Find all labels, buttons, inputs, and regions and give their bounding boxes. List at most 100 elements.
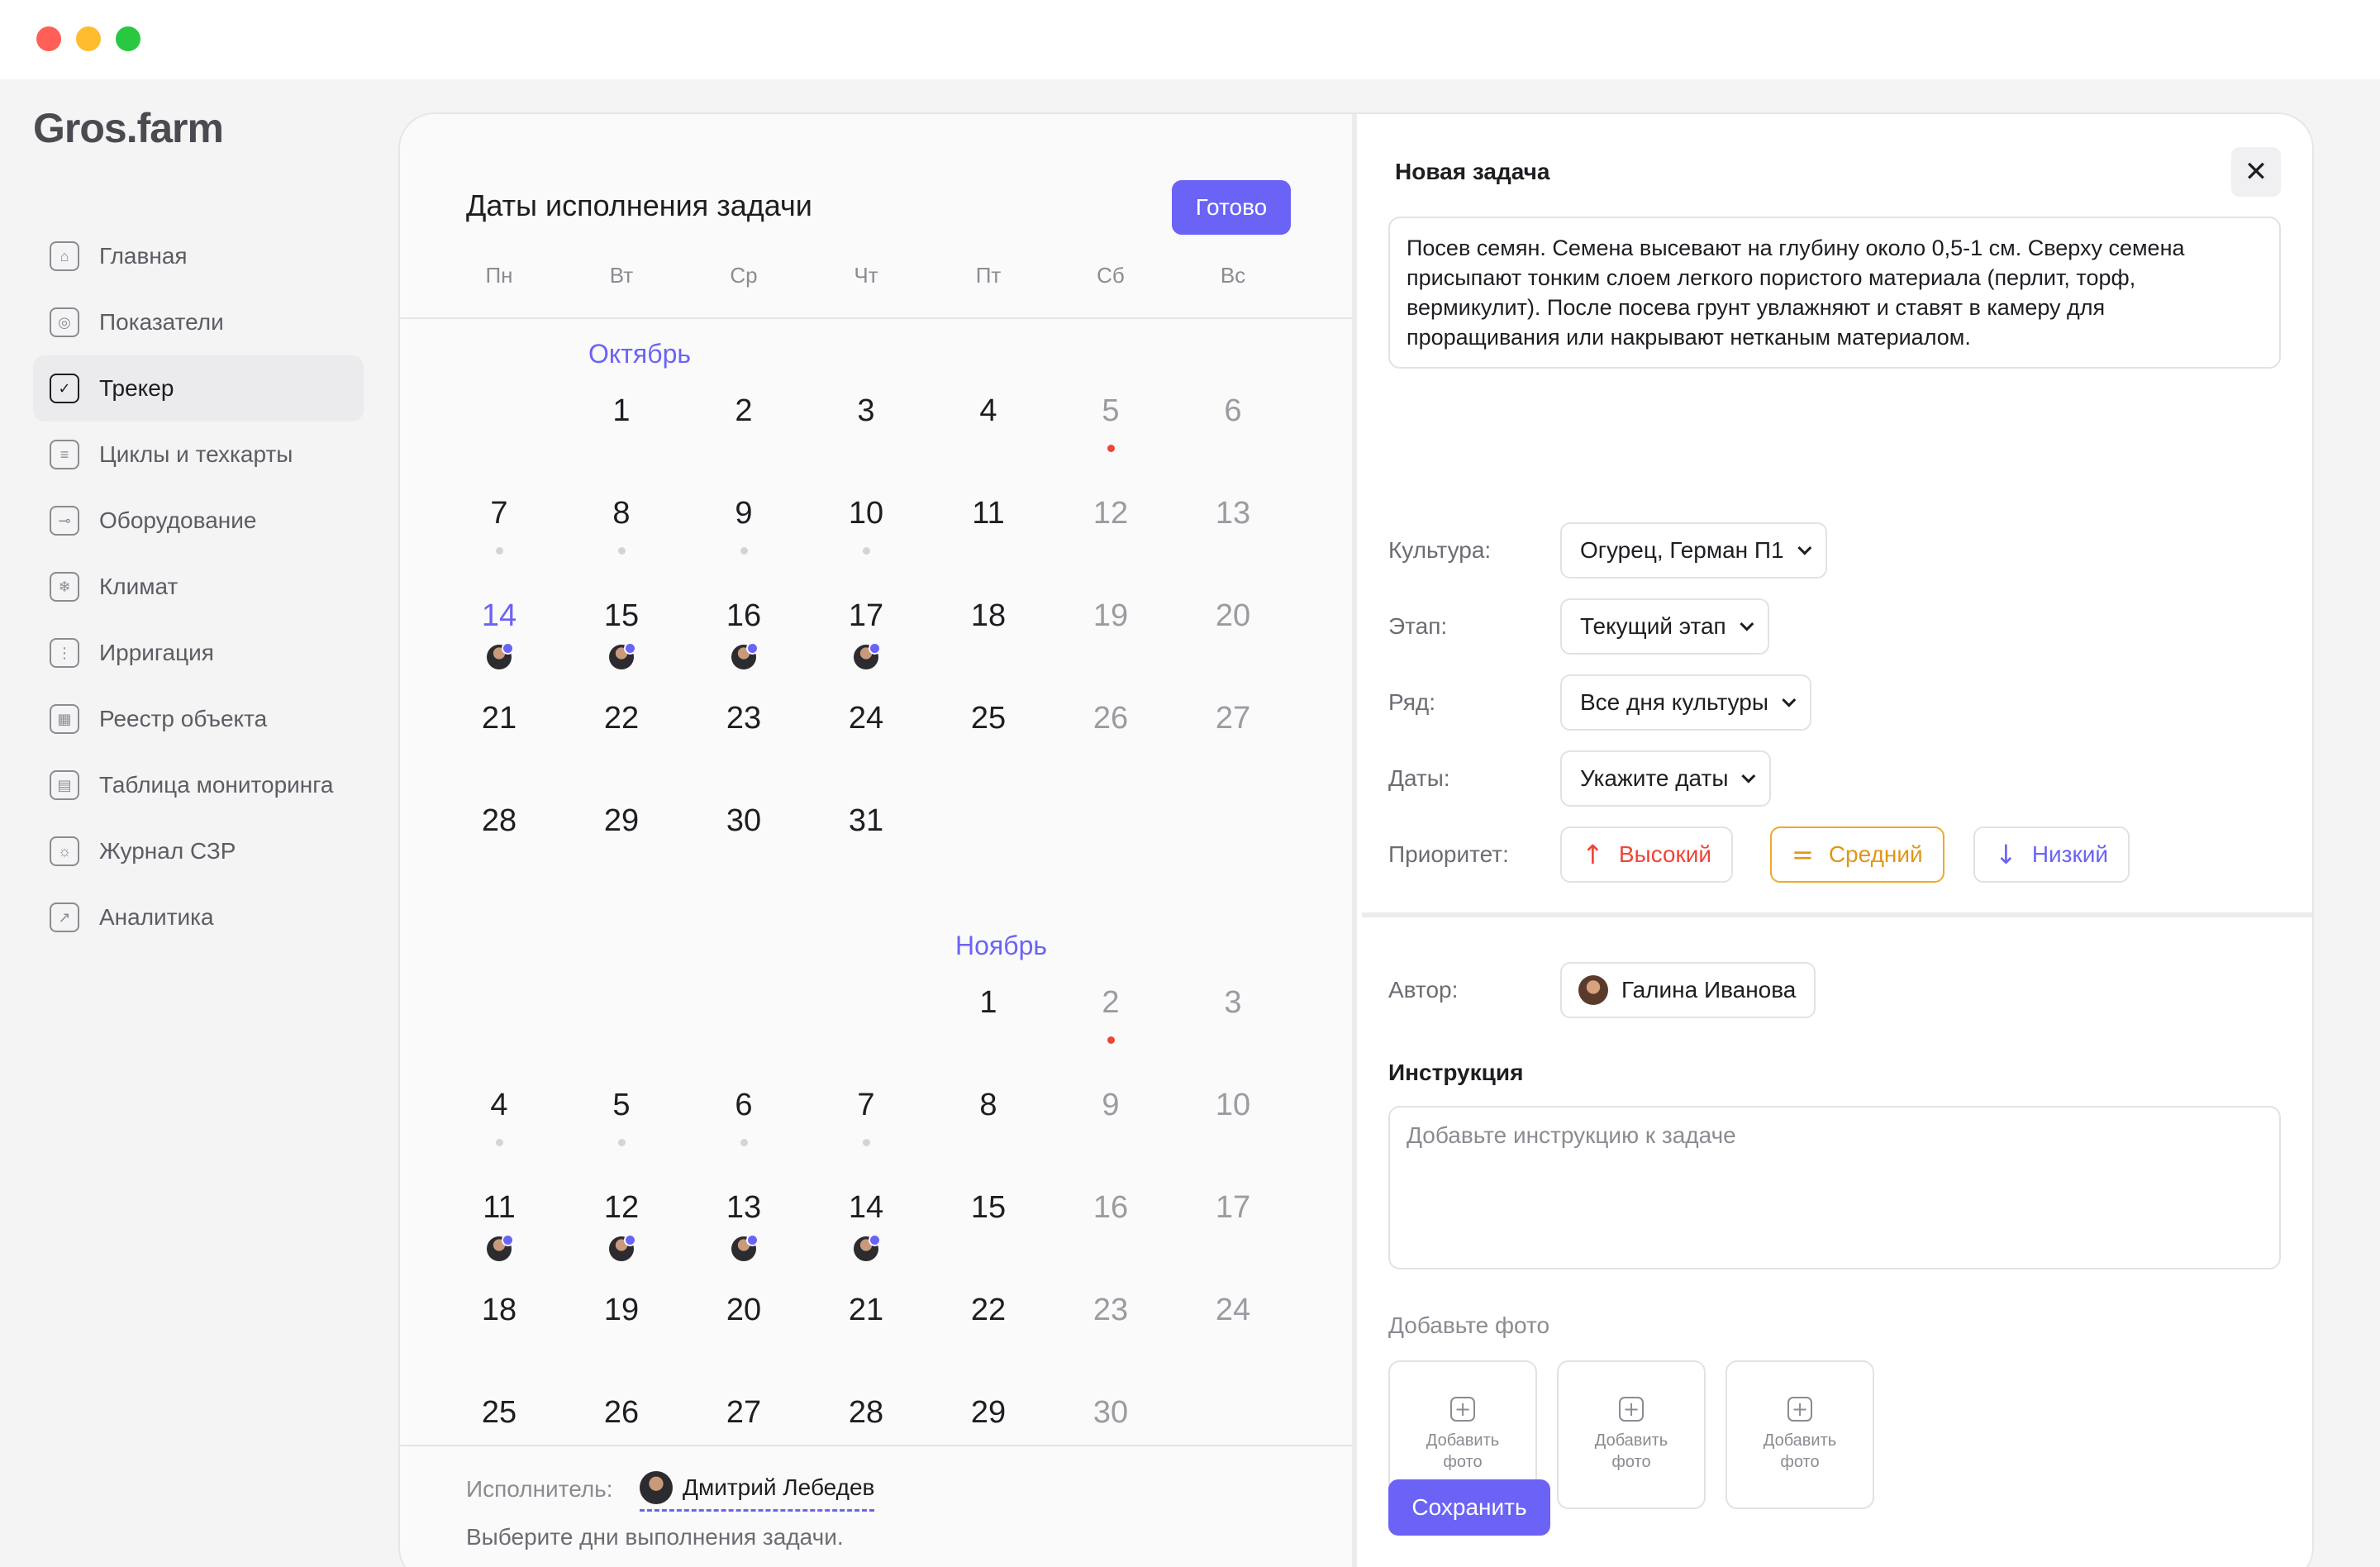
calendar-day[interactable]: 20 (698, 1293, 789, 1328)
sidebar-item-7[interactable]: ▦ Реестр объекта (33, 686, 364, 752)
calendar-day[interactable]: 1 (576, 393, 667, 429)
sidebar-item-3[interactable]: ≡ Циклы и техкарты (33, 422, 364, 488)
calendar-day[interactable]: 6 (698, 1088, 789, 1123)
calendar-day[interactable]: 17 (821, 598, 912, 634)
calendar-day[interactable]: 2 (698, 393, 789, 429)
calendar-day[interactable]: 30 (698, 803, 789, 839)
calendar-day[interactable]: 23 (1065, 1293, 1156, 1328)
calendar-day[interactable]: 28 (454, 803, 545, 839)
calendar-day[interactable]: 5 (576, 1088, 667, 1123)
calendar-day[interactable]: 2 (1065, 985, 1156, 1021)
calendar-day[interactable]: 10 (821, 496, 912, 531)
calendar-day[interactable]: 27 (698, 1395, 789, 1431)
stage-select[interactable]: Текущий этап (1560, 598, 1769, 655)
calendar-day[interactable]: 9 (1065, 1088, 1156, 1123)
add-photo-button[interactable]: + Добавить фото (1557, 1360, 1706, 1509)
event-dot (618, 547, 626, 555)
executor-label: Исполнитель: (466, 1476, 613, 1502)
calendar-day[interactable]: 12 (576, 1190, 667, 1226)
calendar-day[interactable]: 7 (454, 496, 545, 531)
sidebar-item-8[interactable]: ▤ Таблица мониторинга (33, 752, 364, 818)
calendar-day[interactable]: 29 (576, 803, 667, 839)
calendar-day[interactable]: 8 (576, 496, 667, 531)
dates-select[interactable]: Укажите даты (1560, 750, 1772, 807)
calendar-day[interactable]: 7 (821, 1088, 912, 1123)
calendar-day[interactable]: 20 (1188, 598, 1278, 634)
calendar-day[interactable]: 14 (821, 1190, 912, 1226)
calendar-day[interactable]: 26 (576, 1395, 667, 1431)
calendar-day[interactable]: 28 (821, 1395, 912, 1431)
priority-low-button[interactable]: ↓ Низкий (1973, 826, 2130, 883)
calendar-day[interactable]: 18 (943, 598, 1034, 634)
calendar-day[interactable]: 4 (943, 393, 1034, 429)
priority-high-button[interactable]: ↑ Высокий (1560, 826, 1734, 883)
calendar-day[interactable]: 16 (1065, 1190, 1156, 1226)
calendar-day[interactable]: 24 (1188, 1293, 1278, 1328)
sidebar-item-2[interactable]: ✓ Трекер (33, 355, 364, 422)
calendar-day[interactable]: 13 (1188, 496, 1278, 531)
calendar-day[interactable]: 25 (454, 1395, 545, 1431)
save-button[interactable]: Сохранить (1388, 1479, 1550, 1536)
calendar-day[interactable]: 12 (1065, 496, 1156, 531)
calendar-day[interactable]: 22 (576, 701, 667, 736)
priority-mid-button[interactable]: = Средний (1770, 826, 1944, 883)
maximize-window-button[interactable] (116, 26, 140, 51)
calendar-day[interactable]: 10 (1188, 1088, 1278, 1123)
calendar-day[interactable]: 11 (454, 1190, 545, 1226)
task-description[interactable]: Посев семян. Семена высевают на глубину … (1388, 217, 2281, 369)
culture-value: Огурец, Герман П1 (1580, 537, 1784, 563)
calendar-day[interactable]: 15 (943, 1190, 1034, 1226)
calendar-day[interactable]: 19 (1065, 598, 1156, 634)
close-window-button[interactable] (36, 26, 61, 51)
calendar-day[interactable]: 16 (698, 598, 789, 634)
close-icon[interactable]: ✕ (2231, 147, 2281, 197)
calendar-day[interactable]: 17 (1188, 1190, 1278, 1226)
calendar-day[interactable]: 3 (1188, 985, 1278, 1021)
calendar-day[interactable]: 4 (454, 1088, 545, 1123)
logo: Gros.farm (33, 105, 224, 151)
sidebar-item-4[interactable]: ⊸ Оборудование (33, 488, 364, 554)
calendar-day[interactable]: 18 (454, 1293, 545, 1328)
calendar-day[interactable]: 23 (698, 701, 789, 736)
sidebar-item-0[interactable]: ⌂ Главная (33, 223, 364, 289)
sidebar-item-6[interactable]: ⋮ Ирригация (33, 620, 364, 686)
add-photo-button[interactable]: + Добавить фото (1726, 1360, 1874, 1509)
event-dot (496, 547, 503, 555)
done-button[interactable]: Готово (1172, 180, 1291, 235)
calendar-day[interactable]: 1 (943, 985, 1034, 1021)
calendar-day[interactable]: 19 (576, 1293, 667, 1328)
calendar-day[interactable]: 29 (943, 1395, 1034, 1431)
calendar-scroll-area[interactable]: Октябрь 1 2 3 4 5 6 7 8 9 10 11 12 13 14 15 16 17 18 19 20 21… (400, 319, 1352, 1541)
calendar-day[interactable]: 8 (943, 1088, 1034, 1123)
row-select[interactable]: Все дня культуры (1560, 674, 1811, 731)
calendar-day[interactable]: 5 (1065, 393, 1156, 429)
sidebar-item-5[interactable]: ❄ Климат (33, 554, 364, 620)
calendar-day[interactable]: 25 (943, 701, 1034, 736)
calendar-day[interactable]: 13 (698, 1190, 789, 1226)
sidebar-item-1[interactable]: ◎ Показатели (33, 289, 364, 355)
calendar-day[interactable]: 3 (821, 393, 912, 429)
calendar-day[interactable]: 21 (821, 1293, 912, 1328)
executor-selector[interactable]: Дмитрий Лебедев (640, 1471, 875, 1512)
calendar-day[interactable]: 21 (454, 701, 545, 736)
calendar-day[interactable]: 26 (1065, 701, 1156, 736)
sidebar-item-9[interactable]: ☼ Журнал СЗР (33, 818, 364, 884)
author-chip[interactable]: Галина Иванова (1560, 962, 1816, 1018)
culture-select[interactable]: Огурец, Герман П1 (1560, 522, 1827, 579)
calendar-day[interactable]: 27 (1188, 701, 1278, 736)
calendar-day[interactable]: 31 (821, 803, 912, 839)
sidebar-item-label: Трекер (99, 375, 174, 401)
instruction-input[interactable] (1388, 1106, 2281, 1269)
calendar-day[interactable]: 14 (454, 598, 545, 634)
calendar-day[interactable]: 30 (1065, 1395, 1156, 1431)
minimize-window-button[interactable] (76, 26, 101, 51)
calendar-day[interactable]: 24 (821, 701, 912, 736)
sidebar-item-10[interactable]: ↗ Аналитика (33, 884, 364, 950)
calendar-day[interactable]: 9 (698, 496, 789, 531)
calendar-day[interactable]: 22 (943, 1293, 1034, 1328)
calendar-day[interactable]: 15 (576, 598, 667, 634)
author-label: Автор: (1388, 977, 1459, 1003)
calendar-day[interactable]: 11 (943, 496, 1034, 531)
chevron-down-icon (1740, 617, 1754, 631)
calendar-day[interactable]: 6 (1188, 393, 1278, 429)
